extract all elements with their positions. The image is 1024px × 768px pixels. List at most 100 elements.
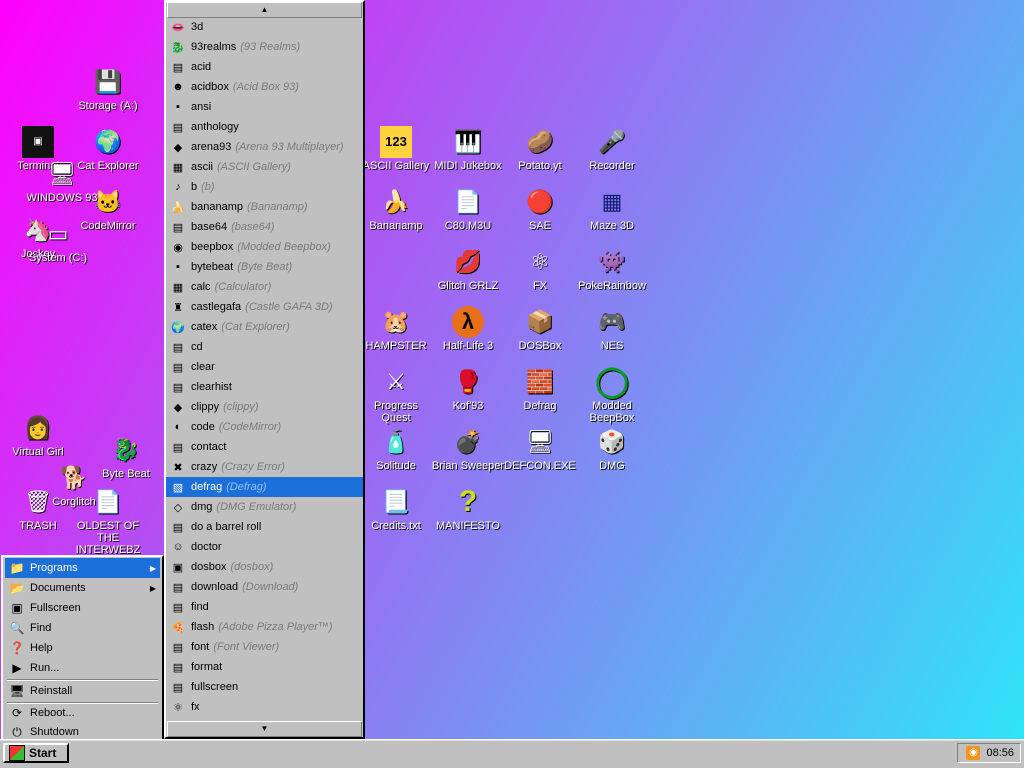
- desktop-icon-bananamp[interactable]: 🍌 Bananamp: [358, 186, 434, 232]
- program-item[interactable]: ▤ font (Font Viewer): [166, 637, 363, 657]
- program-item[interactable]: 👄 3d: [166, 17, 363, 37]
- program-item[interactable]: ☺ doctor: [166, 537, 363, 557]
- program-item[interactable]: ▦ ascii (ASCII Gallery): [166, 157, 363, 177]
- program-item[interactable]: ▤ acid: [166, 57, 363, 77]
- desktop-icon-progress-quest[interactable]: ⚔ Progress Quest: [358, 366, 434, 424]
- program-item[interactable]: ◉ beepbox (Modded Beepbox): [166, 237, 363, 257]
- start-menu-fullscreen[interactable]: ▣ Fullscreen: [5, 598, 160, 618]
- start-menu-programs[interactable]: 📁 Programs ▶: [5, 558, 160, 578]
- program-name: font: [191, 641, 210, 653]
- program-alt-name: (Acid Box 93): [232, 81, 299, 93]
- scroll-up-button[interactable]: ▲: [167, 2, 362, 18]
- program-alt-name: (ASCII Gallery): [217, 161, 291, 173]
- text-file-icon: 📃: [382, 489, 410, 514]
- desktop-icon-solitude[interactable]: 🧴 Solitude: [358, 426, 434, 472]
- program-item[interactable]: ☻ acidbox (Acid Box 93): [166, 77, 363, 97]
- desktop-icon-glitch-grlz[interactable]: 💋 Glitch GRLZ: [430, 246, 506, 292]
- program-item[interactable]: ▦ calc (Calculator): [166, 277, 363, 297]
- desktop-icon-maze-3d[interactable]: ▦ Maze 3D: [574, 186, 650, 232]
- program-item[interactable]: ▤ cd: [166, 337, 363, 357]
- desktop-icon-half-life-3[interactable]: λ Half-Life 3: [430, 306, 506, 352]
- desktop-icon-virtual-girl[interactable]: 👩 Virtual Girl: [0, 412, 76, 458]
- program-item[interactable]: ▪ ansi: [166, 97, 363, 117]
- program-name: 3d: [191, 21, 204, 33]
- desktop-icon-midi-jukebox[interactable]: 🎹 MIDI Jukebox: [430, 126, 506, 172]
- desktop-icon-pokerainbow[interactable]: 👾 PokeRainbow: [574, 246, 650, 292]
- desktop-icon-brian-sweeper[interactable]: 💣 Brian Sweeper: [430, 426, 506, 472]
- desktop-icon-ascii-gallery[interactable]: 123 ASCII Gallery: [358, 126, 434, 172]
- start-menu-reinstall[interactable]: 🖥 Reinstall: [5, 681, 160, 701]
- desktop-icon-fx[interactable]: ⚛ FX: [502, 246, 578, 292]
- program-item[interactable]: ⚛ fx: [166, 697, 363, 717]
- reboot-icon: ⟳: [11, 706, 23, 720]
- 93realms-icon: 🐉: [171, 41, 185, 54]
- desktop-icon-trash[interactable]: 🗑 TRASH: [0, 486, 76, 532]
- amiga-ball-icon: 🔴: [526, 189, 554, 214]
- castlegafa-icon: ♜: [173, 301, 183, 314]
- program-item[interactable]: ▤ do a barrel roll: [166, 517, 363, 537]
- program-item[interactable]: ▣ dosbox (dosbox): [166, 557, 363, 577]
- desktop-icon-dosbox[interactable]: 📦 DOSBox: [502, 306, 578, 352]
- desktop-icon-oldest[interactable]: 📄 OLDEST OF THE INTERWEBZ: [66, 486, 150, 556]
- start-menu-reboot[interactable]: ⟳ Reboot...: [5, 703, 160, 723]
- program-item[interactable]: 🌍 catex (Cat Explorer): [166, 317, 363, 337]
- desktop-icon-defrag[interactable]: 🧱 Defrag: [502, 366, 578, 412]
- program-item[interactable]: ◆ clippy (clippy): [166, 397, 363, 417]
- desktop-icon-system[interactable]: ▭ System (C:): [20, 218, 96, 264]
- desktop-icon-kof93[interactable]: 🥊 Kof'93: [430, 366, 506, 412]
- start-menu-help[interactable]: ❓ Help: [5, 638, 160, 658]
- desktop-icon-sae[interactable]: 🔴 SAE: [502, 186, 578, 232]
- desktop-icon-hampster[interactable]: 🐹 HAMPSTER: [358, 306, 434, 352]
- dmg-icon: ◇: [173, 501, 183, 514]
- program-item[interactable]: 🐉 93realms (93 Realms): [166, 37, 363, 57]
- desktop-icon-potato[interactable]: 🥔 Potato.yt: [502, 126, 578, 172]
- clock[interactable]: 08:56: [986, 747, 1014, 759]
- rss-icon[interactable]: ◉: [966, 746, 981, 760]
- fx-icon: ⚛: [173, 701, 183, 714]
- terminal-icon: ▣: [22, 126, 54, 158]
- program-item[interactable]: 🍕 flash (Adobe Pizza Player™): [166, 617, 363, 637]
- start-menu-find[interactable]: 🔍 Find: [5, 618, 160, 638]
- scroll-down-button[interactable]: ▼: [167, 721, 362, 737]
- program-item[interactable]: ✖ crazy (Crazy Error): [166, 457, 363, 477]
- shutdown-icon: ⏻: [12, 724, 22, 739]
- program-name: fullscreen: [191, 681, 239, 693]
- program-item[interactable]: ♜ castlegafa (Castle GAFA 3D): [166, 297, 363, 317]
- program-item[interactable]: ▤ clearhist: [166, 377, 363, 397]
- program-item[interactable]: ◐ code (CodeMirror): [166, 417, 363, 437]
- ascii-gallery-icon: 123: [380, 126, 412, 158]
- program-item[interactable]: ▧ defrag (Defrag): [166, 477, 363, 497]
- programs-list: 👄 3d 🐉 93realms (93 Realms) ▤ acid ☻ acidbox (Aci…: [166, 17, 363, 717]
- desktop-icon-credits[interactable]: 📃 Credits.txt: [358, 486, 434, 532]
- desktop-icon-storage[interactable]: 💾 Storage (A:): [70, 66, 146, 112]
- font-icon: ▤: [172, 641, 184, 654]
- desktop-icon-modded-beepbox[interactable]: ◯ Modded BeepBox: [574, 366, 650, 425]
- program-item[interactable]: ◇ dmg (DMG Emulator): [166, 497, 363, 517]
- desktop-icon-defcon[interactable]: 🖥 DEFCON.EXE: [502, 426, 578, 472]
- program-item[interactable]: ▤ anthology: [166, 117, 363, 137]
- program-item[interactable]: ♪ b (b): [166, 177, 363, 197]
- desktop-icon-c80-m3u[interactable]: 📄 C80.M3U: [430, 186, 506, 232]
- start-logo-icon: [9, 745, 25, 761]
- bottle-icon: 🧴: [382, 429, 410, 454]
- program-item[interactable]: ▤ download (Download): [166, 577, 363, 597]
- cat-globe-icon: 🌍: [94, 129, 122, 154]
- desktop-icon-recorder[interactable]: 🎤 Recorder: [574, 126, 650, 172]
- program-item[interactable]: ▤ contact: [166, 437, 363, 457]
- program-item[interactable]: ▤ fullscreen: [166, 677, 363, 697]
- start-menu-documents[interactable]: 📂 Documents ▶: [5, 578, 160, 598]
- program-item[interactable]: ▪ bytebeat (Byte Beat): [166, 257, 363, 277]
- desktop-icon-nes[interactable]: 🎮 NES: [574, 306, 650, 352]
- program-item[interactable]: ▤ find: [166, 597, 363, 617]
- program-item[interactable]: 🍌 bananamp (Bananamp): [166, 197, 363, 217]
- program-item[interactable]: ◆ arena93 (Arena 93 Multiplayer): [166, 137, 363, 157]
- start-button[interactable]: Start: [3, 743, 69, 763]
- program-item[interactable]: ▤ base64 (base64): [166, 217, 363, 237]
- desktop-icon-manifesto[interactable]: ? MANIFESTO: [430, 486, 506, 533]
- desktop-icon-dmg[interactable]: 🎲 DMG: [574, 426, 650, 472]
- program-item[interactable]: ▤ clear: [166, 357, 363, 377]
- clippy-icon: ◆: [173, 401, 183, 414]
- program-item[interactable]: ▤ format: [166, 657, 363, 677]
- start-menu-run[interactable]: ▶ Run...: [5, 658, 160, 678]
- program-alt-name: (Crazy Error): [221, 461, 285, 473]
